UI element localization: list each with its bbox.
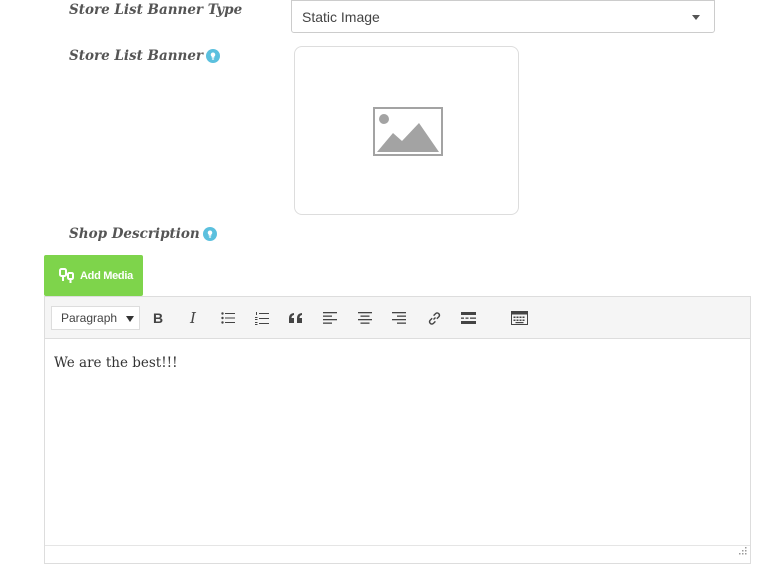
bold-button[interactable]: B [148, 308, 168, 328]
blockquote-icon [289, 313, 302, 323]
format-select[interactable]: Paragraph [51, 306, 140, 330]
align-right-icon [392, 312, 406, 324]
add-media-label: Add Media [80, 269, 133, 282]
align-left-button[interactable] [320, 308, 340, 328]
italic-icon: I [190, 309, 196, 327]
editor-statusbar [45, 545, 750, 563]
blockquote-button[interactable] [286, 308, 306, 328]
bulleted-list-button[interactable] [218, 308, 238, 328]
format-select-value: Paragraph [61, 311, 118, 325]
align-right-button[interactable] [389, 308, 409, 328]
resize-handle-icon[interactable] [739, 542, 747, 560]
numbered-list-icon [255, 311, 269, 325]
link-icon [428, 311, 440, 325]
banner-label-text: Store List Banner [69, 48, 204, 64]
editor-toolbar: Paragraph B I [45, 297, 750, 339]
add-media-button[interactable]: Add Media [44, 255, 143, 296]
banner-image-upload[interactable] [294, 46, 519, 215]
editor-paragraph: We are the best!!! [54, 355, 178, 371]
link-button[interactable] [424, 308, 444, 328]
caret-down-icon [126, 316, 134, 322]
align-center-icon [358, 312, 372, 324]
align-center-button[interactable] [355, 308, 375, 328]
banner-type-label-text: Store List Banner Type [69, 2, 243, 18]
chevron-down-icon [692, 15, 700, 20]
description-editor: Paragraph B I We are the best!!! [44, 296, 751, 564]
help-icon[interactable] [202, 226, 217, 241]
description-label: Shop Description [69, 226, 217, 242]
banner-label: Store List Banner [69, 48, 221, 64]
bold-icon: B [152, 310, 164, 326]
media-icon [59, 267, 75, 284]
align-left-icon [323, 312, 337, 324]
toolbar-toggle-icon [510, 311, 528, 325]
editor-content[interactable]: We are the best!!! [54, 355, 178, 371]
banner-type-select-value: Static Image [302, 9, 380, 25]
help-icon[interactable] [206, 48, 221, 63]
banner-type-select[interactable]: Static Image [291, 0, 715, 33]
bulleted-list-icon [221, 312, 235, 324]
image-placeholder-icon [373, 107, 443, 161]
banner-type-label: Store List Banner Type [69, 2, 242, 18]
numbered-list-button[interactable] [252, 308, 272, 328]
read-more-icon [460, 312, 476, 324]
toolbar-toggle-button[interactable] [509, 308, 529, 328]
description-label-text: Shop Description [69, 226, 200, 242]
italic-button[interactable]: I [183, 308, 203, 328]
read-more-button[interactable] [458, 308, 478, 328]
